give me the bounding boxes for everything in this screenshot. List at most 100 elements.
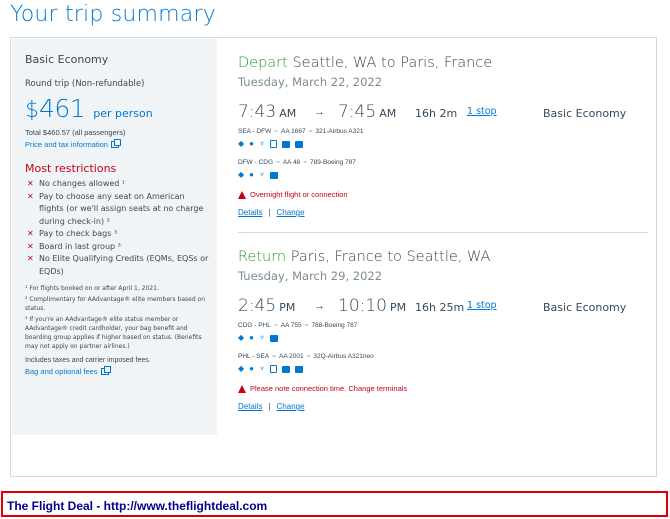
price: $ 461 per person bbox=[25, 94, 217, 123]
restriction-item: ✕ Pay to check bags ³ bbox=[25, 228, 217, 241]
app-icon bbox=[295, 140, 303, 148]
warning-text: Overnight flight or connection bbox=[250, 190, 348, 199]
restrictions-list: ✕ No changes allowed ¹ ✕ Pay to choose any… bbox=[25, 178, 217, 278]
overnight-warning: Overnight flight or connection bbox=[238, 190, 648, 199]
segment-times: 7:43 AM → 7:45 AM 16h 2m 1 stop Basic Ec… bbox=[238, 102, 648, 124]
segment-date: Tuesday, March 29, 2022 bbox=[238, 269, 383, 283]
segment-times: 2:45 PM → 10:10 PM 16h 25m 1 stop Basic … bbox=[238, 296, 648, 318]
flight-leg: PHL - SEA = AA 2001 = 32Q-Airbus A321neo bbox=[238, 353, 374, 360]
wifi-icon: ◆ bbox=[238, 170, 245, 179]
meal-icon: ● bbox=[249, 333, 254, 342]
amenities: ◆ ● ♆ bbox=[238, 139, 648, 149]
total-price: Total $460.57 (all passengers) bbox=[25, 128, 126, 137]
trip-summary-card: Basic Economy Round trip (Non-refundable… bbox=[10, 37, 657, 477]
warning-text: Please note connection time. Change term… bbox=[250, 384, 408, 393]
arrow-icon: → bbox=[314, 300, 325, 312]
per-person-label: per person bbox=[93, 107, 153, 120]
external-link-icon bbox=[110, 139, 121, 148]
change-link[interactable]: Change bbox=[277, 402, 305, 411]
external-link-icon bbox=[100, 366, 111, 375]
arrival-time: 7:45 bbox=[338, 102, 377, 122]
power-icon: ♆ bbox=[259, 170, 265, 179]
power-icon: ♆ bbox=[259, 139, 265, 148]
arrival-block: 10:10 PM bbox=[338, 296, 406, 316]
tv-icon bbox=[282, 140, 290, 148]
details-link[interactable]: Details bbox=[238, 208, 262, 217]
app-icon bbox=[295, 365, 303, 373]
arrow-icon: → bbox=[314, 106, 325, 118]
trip-type: Round trip (Non-refundable) bbox=[25, 79, 145, 89]
restriction-item: ✕ No Elite Qualifying Credits (EQMs, EQSs… bbox=[27, 254, 209, 276]
cabin-class: Basic Economy bbox=[543, 107, 627, 120]
divider bbox=[238, 232, 648, 233]
app-icon bbox=[270, 334, 278, 342]
meal-icon: ● bbox=[249, 170, 254, 179]
departure-time: 7:43 bbox=[238, 102, 277, 122]
bag-fees-link-label[interactable]: Bag and optional fees bbox=[25, 367, 98, 376]
banner-text[interactable]: The Flight Deal - http://www.theflightde… bbox=[7, 499, 267, 513]
x-icon: ✕ bbox=[27, 241, 34, 251]
details-link[interactable]: Details bbox=[238, 402, 262, 411]
footnote: ² Complimentary for AAdvantage® elite me… bbox=[25, 296, 206, 312]
depart-segment: Depart Seattle, WA to Paris, France Tues… bbox=[238, 55, 648, 233]
segment-route: Paris, France to Seattle, WA bbox=[290, 249, 491, 265]
restriction-item: ✕ Board in last group ³ bbox=[25, 241, 217, 254]
meal-icon: ● bbox=[249, 364, 254, 373]
flight-details: Depart Seattle, WA to Paris, France Tues… bbox=[238, 38, 648, 411]
arrival-block: 7:45 AM bbox=[338, 102, 396, 122]
change-link[interactable]: Change bbox=[277, 208, 305, 217]
departure-ampm: AM bbox=[279, 107, 297, 120]
amenities: ◆ ● ♆ bbox=[238, 333, 648, 343]
tv-icon bbox=[282, 365, 290, 373]
connection-warning: Please note connection time. Change term… bbox=[238, 384, 648, 393]
segment-heading: Depart Seattle, WA to Paris, France bbox=[238, 55, 648, 71]
restriction-item: ✕ Pay to choose any seat on American flig… bbox=[27, 191, 204, 226]
flight-leg: CDG - PHL = AA 755 = 788-Boeing 787 bbox=[238, 322, 358, 329]
x-icon: ✕ bbox=[27, 179, 34, 188]
segment-links: Details | Change bbox=[238, 208, 305, 217]
amenities: ◆ ● ♆ bbox=[238, 364, 648, 374]
price-amount: 461 bbox=[39, 94, 86, 123]
warning-icon bbox=[238, 190, 246, 199]
footnote: ³ If you're an AAdvantage® elite status … bbox=[25, 316, 202, 350]
cabin-class: Basic Economy bbox=[543, 301, 627, 314]
currency-symbol: $ bbox=[25, 98, 39, 123]
arrival-ampm: PM bbox=[390, 301, 407, 314]
duration: 16h 2m bbox=[415, 107, 458, 120]
power-icon: ♆ bbox=[259, 364, 265, 373]
stops-link[interactable]: 1 stop bbox=[467, 300, 497, 311]
meal-icon: ● bbox=[249, 139, 254, 148]
arrival-ampm: AM bbox=[379, 107, 397, 120]
stops-link[interactable]: 1 stop bbox=[467, 106, 497, 117]
flight-leg: DFW - CDG = AA 48 = 789-Boeing 787 bbox=[238, 159, 356, 166]
departure-ampm: PM bbox=[279, 301, 296, 314]
segment-direction: Return bbox=[238, 249, 287, 265]
wifi-icon: ◆ bbox=[238, 139, 245, 148]
x-icon: ✕ bbox=[27, 191, 34, 201]
x-icon: ✕ bbox=[27, 254, 34, 263]
departure-time: 2:45 bbox=[238, 296, 277, 316]
segment-links: Details | Change bbox=[238, 402, 305, 411]
segment-heading: Return Paris, France to Seattle, WA bbox=[238, 249, 648, 265]
price-tax-link-label[interactable]: Price and tax information bbox=[25, 140, 108, 149]
wifi-icon: ◆ bbox=[238, 364, 245, 373]
device-icon bbox=[270, 140, 277, 148]
amenities: ◆ ● ♆ bbox=[238, 170, 648, 180]
segment-route: Seattle, WA to Paris, France bbox=[292, 55, 493, 71]
flight-leg: SEA - DFW = AA 1667 = 321-Airbus A321 bbox=[238, 128, 364, 135]
arrival-time: 10:10 bbox=[338, 296, 387, 316]
segment-date: Tuesday, March 22, 2022 bbox=[238, 75, 383, 89]
price-tax-link[interactable]: Price and tax information bbox=[25, 139, 217, 149]
bag-fees-link[interactable]: Bag and optional fees bbox=[25, 366, 217, 376]
flight-deal-banner: The Flight Deal - http://www.theflightde… bbox=[1, 491, 668, 517]
footnote: ¹ For flights booked on or after April 1… bbox=[25, 285, 159, 292]
warning-icon bbox=[238, 384, 246, 393]
app-icon bbox=[270, 171, 278, 179]
restriction-item: ✕ No changes allowed ¹ bbox=[25, 178, 217, 191]
fare-summary-panel: Basic Economy Round trip (Non-refundable… bbox=[12, 39, 217, 435]
page-title: Your trip summary bbox=[10, 2, 216, 27]
wifi-icon: ◆ bbox=[238, 333, 245, 342]
device-icon bbox=[270, 365, 277, 373]
x-icon: ✕ bbox=[27, 229, 34, 238]
footnotes: ¹ For flights booked on or after April 1… bbox=[25, 284, 217, 351]
